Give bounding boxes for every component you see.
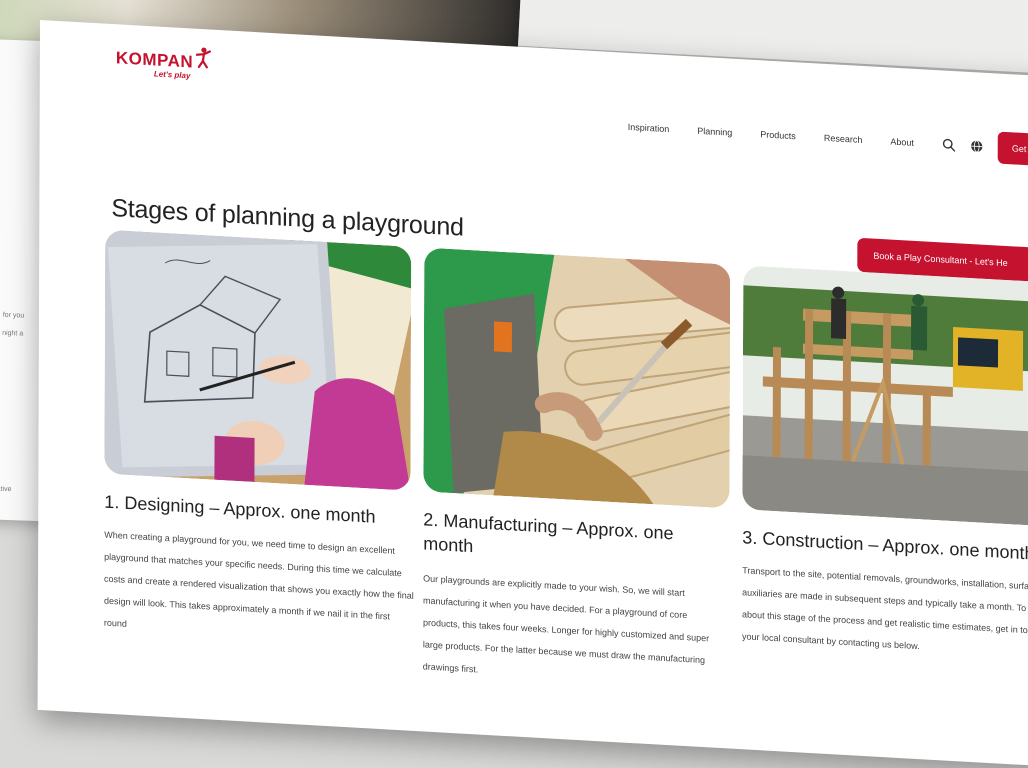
kompan-page: KOMPAN Let's play Inspiration Planning P… (37, 20, 1028, 768)
manufacturing-image (423, 247, 731, 509)
nav-item-products[interactable]: Products (760, 129, 796, 141)
get-in-touch-button[interactable]: Get in t (997, 131, 1028, 167)
nav-item-research[interactable]: Research (824, 133, 863, 145)
background-fragment: night a (2, 329, 24, 338)
background-fragment: ative (0, 485, 12, 494)
stage-text-manufacturing: Our playgrounds are explicitly made to y… (422, 573, 710, 675)
stage-title-manufacturing: 2. Manufacturing – Approx. one month (423, 509, 674, 557)
stage-title-designing: 1. Designing – Approx. one month (104, 491, 376, 527)
background-fragment: for you (2, 311, 25, 320)
kompan-person-icon (195, 47, 212, 69)
logo-tagline: Let's play (153, 69, 191, 81)
construction-image (742, 265, 1028, 528)
nav-item-planning[interactable]: Planning (697, 126, 732, 138)
nav-item-about[interactable]: About (890, 137, 914, 148)
stage-text-designing: When creating a playground for you, we n… (103, 529, 414, 629)
nav-item-inspiration[interactable]: Inspiration (628, 122, 670, 134)
main-nav: Inspiration Planning Products Research A… (628, 111, 1028, 167)
designing-image (104, 229, 412, 491)
globe-icon[interactable] (970, 139, 984, 154)
stage-text-construction: Transport to the site, potential removal… (741, 565, 1028, 652)
logo-wordmark: KOMPAN (115, 48, 194, 72)
kompan-logo[interactable]: KOMPAN Let's play (115, 47, 212, 80)
search-icon[interactable] (942, 137, 956, 152)
